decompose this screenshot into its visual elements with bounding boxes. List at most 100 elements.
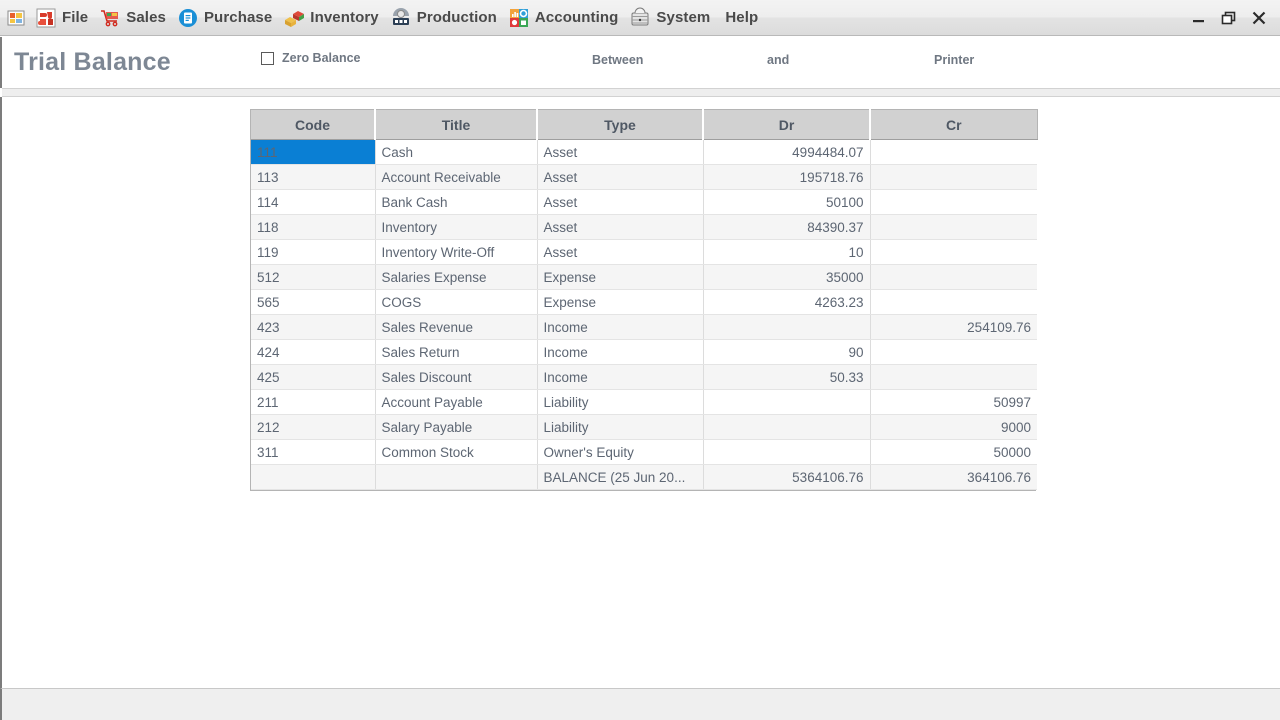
table-row[interactable]: 211 Account Payable Liability 50997 (251, 389, 1037, 415)
column-header-title[interactable]: Title (375, 109, 538, 140)
cell-title[interactable]: Account Receivable (375, 164, 538, 190)
cell-type[interactable]: Income (537, 339, 704, 365)
zero-balance-checkbox-box[interactable] (261, 51, 274, 65)
column-header-type[interactable]: Type (537, 109, 704, 140)
cell-dr[interactable] (703, 389, 871, 415)
menu-item-help[interactable]: Help (717, 3, 765, 33)
cell-type[interactable]: Asset (537, 214, 704, 240)
minimize-button[interactable] (1190, 9, 1208, 27)
cell-title[interactable]: Cash (375, 139, 538, 165)
cell-code[interactable]: 211 (251, 389, 376, 415)
table-row[interactable]: 424 Sales Return Income 90 (251, 339, 1037, 365)
column-header-code[interactable]: Code (251, 109, 376, 140)
cell-dr[interactable]: 195718.76 (703, 164, 871, 190)
cell-code[interactable]: 512 (251, 264, 376, 290)
cell-type[interactable]: Asset (537, 189, 704, 215)
cell-title[interactable] (375, 464, 538, 490)
menu-item-accounting[interactable]: Accounting (504, 3, 626, 33)
cell-type[interactable]: Expense (537, 264, 704, 290)
cell-dr[interactable]: 35000 (703, 264, 871, 290)
table-row[interactable]: 212 Salary Payable Liability 9000 (251, 414, 1037, 440)
cell-code[interactable]: 311 (251, 439, 376, 465)
cell-code[interactable]: 119 (251, 239, 376, 265)
column-header-cr[interactable]: Cr (870, 109, 1038, 140)
cell-code[interactable]: 565 (251, 289, 376, 315)
cell-type[interactable]: Asset (537, 164, 704, 190)
menu-item-purchase[interactable]: Purchase (173, 3, 279, 33)
cell-cr[interactable] (870, 139, 1037, 165)
cell-title[interactable]: Account Payable (375, 389, 538, 415)
cell-code[interactable]: 423 (251, 314, 376, 340)
menu-item-file[interactable]: File (31, 3, 95, 33)
cell-code[interactable]: 424 (251, 339, 376, 365)
cell-title[interactable]: Sales Revenue (375, 314, 538, 340)
cell-cr[interactable]: 9000 (870, 414, 1037, 440)
cell-dr[interactable] (703, 414, 871, 440)
cell-type[interactable]: Liability (537, 389, 704, 415)
cell-dr[interactable]: 84390.37 (703, 214, 871, 240)
cell-title[interactable]: Sales Discount (375, 364, 538, 390)
cell-cr[interactable] (870, 239, 1037, 265)
cell-code[interactable]: 425 (251, 364, 376, 390)
cell-cr[interactable]: 364106.76 (870, 464, 1037, 490)
cell-type[interactable]: BALANCE (25 Jun 20... (537, 464, 704, 490)
table-row[interactable]: 565 COGS Expense 4263.23 (251, 289, 1037, 315)
cell-title[interactable]: Bank Cash (375, 189, 538, 215)
table-row[interactable]: 119 Inventory Write-Off Asset 10 (251, 239, 1037, 265)
cell-dr[interactable]: 50100 (703, 189, 871, 215)
cell-title[interactable]: COGS (375, 289, 538, 315)
table-row-balance[interactable]: BALANCE (25 Jun 20... 5364106.76 364106.76 (251, 464, 1037, 490)
trial-balance-grid[interactable]: Code Title Type Dr Cr 111 Cash Asset 499448… (250, 109, 1038, 491)
restore-button[interactable] (1220, 9, 1238, 27)
cell-title[interactable]: Inventory (375, 214, 538, 240)
application-icon[interactable] (5, 7, 27, 29)
cell-cr[interactable] (870, 214, 1037, 240)
cell-type[interactable]: Expense (537, 289, 704, 315)
cell-dr[interactable] (703, 314, 871, 340)
zero-balance-checkbox[interactable]: Zero Balance (261, 51, 361, 65)
cell-cr[interactable]: 50997 (870, 389, 1037, 415)
menu-item-inventory[interactable]: Inventory (279, 3, 385, 33)
cell-dr[interactable] (703, 439, 871, 465)
close-button[interactable] (1250, 9, 1268, 27)
cell-dr[interactable]: 4994484.07 (703, 139, 871, 165)
cell-title[interactable]: Salary Payable (375, 414, 538, 440)
cell-code[interactable] (251, 464, 376, 490)
table-row[interactable]: 423 Sales Revenue Income 254109.76 (251, 314, 1037, 340)
cell-cr[interactable] (870, 264, 1037, 290)
table-row[interactable]: 113 Account Receivable Asset 195718.76 (251, 164, 1037, 190)
cell-cr[interactable]: 50000 (870, 439, 1037, 465)
table-row[interactable]: 311 Common Stock Owner's Equity 50000 (251, 439, 1037, 465)
cell-cr[interactable] (870, 164, 1037, 190)
menu-item-sales[interactable]: Sales (95, 3, 173, 33)
column-header-dr[interactable]: Dr (703, 109, 871, 140)
cell-cr[interactable] (870, 189, 1037, 215)
cell-type[interactable]: Owner's Equity (537, 439, 704, 465)
cell-type[interactable]: Asset (537, 239, 704, 265)
cell-type[interactable]: Income (537, 314, 704, 340)
cell-type[interactable]: Asset (537, 139, 704, 165)
cell-cr[interactable]: 254109.76 (870, 314, 1037, 340)
cell-dr[interactable]: 10 (703, 239, 871, 265)
cell-type[interactable]: Liability (537, 414, 704, 440)
cell-code[interactable]: 118 (251, 214, 376, 240)
cell-dr[interactable]: 50.33 (703, 364, 871, 390)
cell-dr[interactable]: 5364106.76 (703, 464, 871, 490)
table-row[interactable]: 114 Bank Cash Asset 50100 (251, 189, 1037, 215)
cell-title[interactable]: Inventory Write-Off (375, 239, 538, 265)
table-row[interactable]: 512 Salaries Expense Expense 35000 (251, 264, 1037, 290)
cell-code[interactable]: 111 (251, 139, 376, 165)
cell-title[interactable]: Common Stock (375, 439, 538, 465)
table-row[interactable]: 425 Sales Discount Income 50.33 (251, 364, 1037, 390)
cell-title[interactable]: Salaries Expense (375, 264, 538, 290)
cell-type[interactable]: Income (537, 364, 704, 390)
cell-code[interactable]: 212 (251, 414, 376, 440)
menu-item-system[interactable]: System (625, 3, 717, 33)
table-row[interactable]: 111 Cash Asset 4994484.07 (251, 139, 1037, 165)
cell-dr[interactable]: 90 (703, 339, 871, 365)
cell-dr[interactable]: 4263.23 (703, 289, 871, 315)
cell-cr[interactable] (870, 289, 1037, 315)
cell-code[interactable]: 114 (251, 189, 376, 215)
cell-code[interactable]: 113 (251, 164, 376, 190)
menu-item-production[interactable]: Production (386, 3, 504, 33)
